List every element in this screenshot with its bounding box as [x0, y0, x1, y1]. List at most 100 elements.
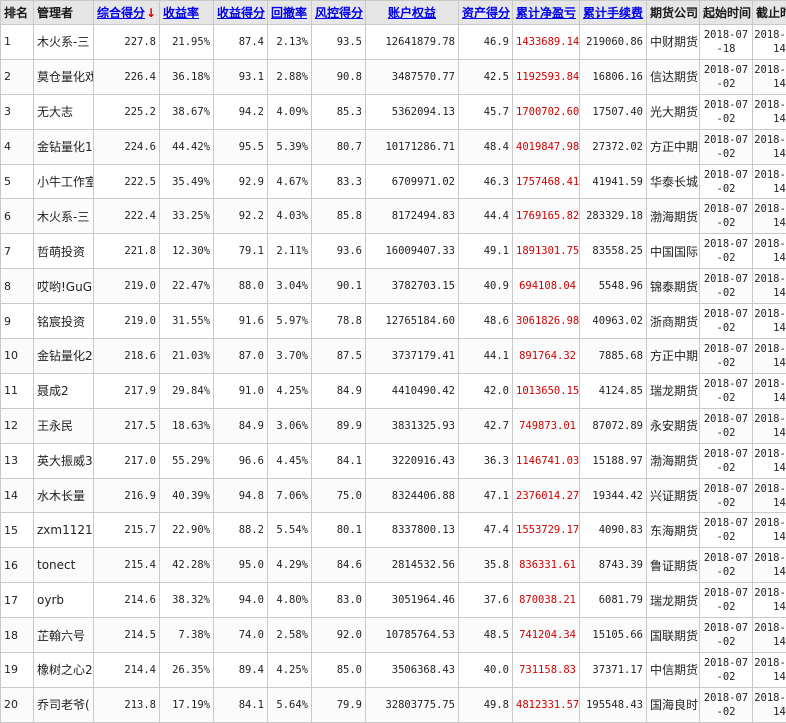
sort-net-pnl-link[interactable]: 累计净盈亏: [516, 6, 576, 20]
start-date-cell: 2018-07-02: [700, 653, 753, 688]
net-pnl-cell: 1891301.75: [513, 234, 580, 269]
return-score-cell: 94.0: [214, 583, 268, 618]
drawdown-cell: 4.29%: [268, 548, 312, 583]
header-net-pnl[interactable]: 累计净盈亏: [513, 1, 580, 25]
company-cell: 鲁证期货: [647, 548, 700, 583]
rank-cell: 3: [1, 94, 34, 129]
fees-cell: 5548.96: [580, 269, 647, 304]
header-fees[interactable]: 累计手续费: [580, 1, 647, 25]
sort-return-score-link[interactable]: 收益得分: [217, 6, 265, 20]
end-date-cell: 2018-08-14: [753, 339, 786, 374]
equity-cell: 6709971.02: [366, 164, 459, 199]
net-pnl-cell: 1553729.17: [513, 513, 580, 548]
return-cell: 29.84%: [160, 373, 214, 408]
table-row: 17oyrb214.638.32%94.04.80%83.03051964.46…: [1, 583, 786, 618]
equity-cell: 4410490.42: [366, 373, 459, 408]
end-date-cell: 2018-08-14: [753, 653, 786, 688]
risk-score-cell: 80.1: [312, 513, 366, 548]
ranking-table: 排名 管理者 综合得分↓ 收益率 收益得分 回撤率 风控得分 账户权益 资产得分…: [0, 0, 786, 723]
sort-drawdown-link[interactable]: 回撤率: [271, 6, 307, 20]
company-cell: 国联期货: [647, 618, 700, 653]
risk-score-cell: 84.9: [312, 373, 366, 408]
asset-score-cell: 47.4: [459, 513, 513, 548]
manager-cell: 王永民: [34, 408, 94, 443]
score-cell: 217.5: [94, 408, 160, 443]
net-pnl-cell: 749873.01: [513, 408, 580, 443]
header-return-score[interactable]: 收益得分: [214, 1, 268, 25]
score-cell: 213.8: [94, 687, 160, 722]
sort-score-link[interactable]: 综合得分: [97, 6, 145, 20]
asset-score-cell: 37.6: [459, 583, 513, 618]
return-score-cell: 92.2: [214, 199, 268, 234]
drawdown-cell: 2.88%: [268, 59, 312, 94]
header-return[interactable]: 收益率: [160, 1, 214, 25]
equity-cell: 32803775.75: [366, 687, 459, 722]
rank-cell: 17: [1, 583, 34, 618]
sort-risk-score-link[interactable]: 风控得分: [315, 6, 363, 20]
table-row: 15zxm1121215.722.90%88.25.54%80.18337800…: [1, 513, 786, 548]
equity-cell: 16009407.33: [366, 234, 459, 269]
risk-score-cell: 85.3: [312, 94, 366, 129]
sort-asset-score-link[interactable]: 资产得分: [462, 6, 510, 20]
table-row: 4金钻量化1224.644.42%95.55.39%80.710171286.7…: [1, 129, 786, 164]
end-date-cell: 2018-08-14: [753, 304, 786, 339]
table-row: 1木火系-三227.821.95%87.42.13%93.512641879.7…: [1, 25, 786, 60]
start-date-cell: 2018-07-02: [700, 408, 753, 443]
asset-score-cell: 44.1: [459, 339, 513, 374]
sort-fees-link[interactable]: 累计手续费: [583, 6, 643, 20]
fees-cell: 27372.02: [580, 129, 647, 164]
table-row: 8哎哟!GuGu219.022.47%88.03.04%90.13782703.…: [1, 269, 786, 304]
header-risk-score[interactable]: 风控得分: [312, 1, 366, 25]
rank-cell: 4: [1, 129, 34, 164]
company-cell: 国海良时: [647, 687, 700, 722]
rank-cell: 1: [1, 25, 34, 60]
header-drawdown[interactable]: 回撤率: [268, 1, 312, 25]
company-cell: 兴证期货: [647, 478, 700, 513]
sort-return-link[interactable]: 收益率: [163, 6, 199, 20]
header-row: 排名 管理者 综合得分↓ 收益率 收益得分 回撤率 风控得分 账户权益 资产得分…: [1, 1, 786, 25]
return-cell: 12.30%: [160, 234, 214, 269]
rank-cell: 10: [1, 339, 34, 374]
return-cell: 36.18%: [160, 59, 214, 94]
score-cell: 214.6: [94, 583, 160, 618]
header-score[interactable]: 综合得分↓: [94, 1, 160, 25]
start-date-cell: 2018-07-02: [700, 164, 753, 199]
net-pnl-cell: 1757468.41: [513, 164, 580, 199]
start-date-cell: 2018-07-02: [700, 548, 753, 583]
manager-cell: 无大志: [34, 94, 94, 129]
manager-cell: 芷翰六号: [34, 618, 94, 653]
start-date-cell: 2018-07-02: [700, 199, 753, 234]
header-equity[interactable]: 账户权益: [366, 1, 459, 25]
risk-score-cell: 78.8: [312, 304, 366, 339]
equity-cell: 12765184.60: [366, 304, 459, 339]
table-row: 13英大振威3217.055.29%96.64.45%84.13220916.4…: [1, 443, 786, 478]
manager-cell: 橡树之心2: [34, 653, 94, 688]
drawdown-cell: 4.80%: [268, 583, 312, 618]
drawdown-cell: 3.04%: [268, 269, 312, 304]
risk-score-cell: 84.1: [312, 443, 366, 478]
net-pnl-cell: 870038.21: [513, 583, 580, 618]
rank-cell: 18: [1, 618, 34, 653]
net-pnl-cell: 694108.04: [513, 269, 580, 304]
rank-cell: 5: [1, 164, 34, 199]
rank-cell: 2: [1, 59, 34, 94]
equity-cell: 3782703.15: [366, 269, 459, 304]
net-pnl-cell: 1146741.03: [513, 443, 580, 478]
score-cell: 227.8: [94, 25, 160, 60]
score-cell: 224.6: [94, 129, 160, 164]
fees-cell: 219060.86: [580, 25, 647, 60]
drawdown-cell: 7.06%: [268, 478, 312, 513]
manager-cell: 小牛工作室: [34, 164, 94, 199]
fees-cell: 4124.85: [580, 373, 647, 408]
score-cell: 221.8: [94, 234, 160, 269]
company-cell: 中国国际: [647, 234, 700, 269]
return-score-cell: 89.4: [214, 653, 268, 688]
fees-cell: 37371.17: [580, 653, 647, 688]
header-asset-score[interactable]: 资产得分: [459, 1, 513, 25]
asset-score-cell: 44.4: [459, 199, 513, 234]
rank-cell: 19: [1, 653, 34, 688]
return-score-cell: 84.9: [214, 408, 268, 443]
return-cell: 17.19%: [160, 687, 214, 722]
sort-equity-link[interactable]: 账户权益: [388, 6, 436, 20]
equity-cell: 8172494.83: [366, 199, 459, 234]
